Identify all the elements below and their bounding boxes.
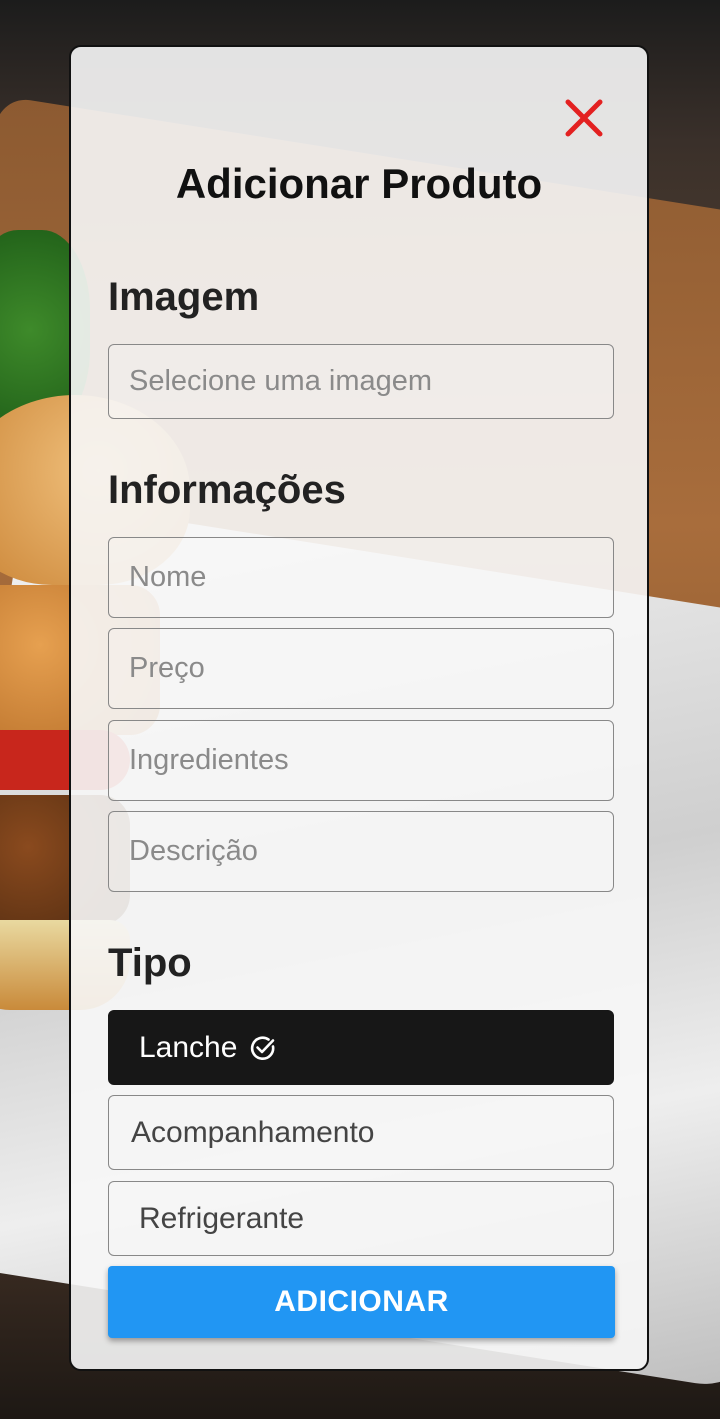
close-x-icon[interactable] (562, 96, 606, 140)
type-option-acompanhamento[interactable]: Acompanhamento (108, 1095, 614, 1170)
section-heading-imagem: Imagem (108, 275, 260, 319)
add-button[interactable]: ADICIONAR (108, 1266, 615, 1338)
modal-title: Adicionar Produto (175, 160, 543, 207)
image-select-field[interactable] (108, 344, 614, 419)
section-heading-tipo: Tipo (108, 941, 192, 985)
type-option-lanche[interactable]: Lanche (108, 1010, 614, 1085)
add-product-modal: Adicionar Produto Imagem Informações Tip… (69, 45, 649, 1371)
type-option-label: Refrigerante (139, 1201, 305, 1235)
name-field[interactable] (108, 537, 614, 618)
price-field[interactable] (108, 628, 614, 709)
type-option-refrigerante[interactable]: Refrigerante (108, 1181, 614, 1256)
ingredients-field[interactable] (108, 720, 614, 801)
description-field[interactable] (108, 811, 614, 892)
type-option-label: Lanche (139, 1030, 238, 1064)
type-option-label: Acompanhamento (131, 1115, 375, 1149)
check-circle-icon (251, 1035, 275, 1060)
section-heading-informacoes: Informações (108, 468, 346, 512)
